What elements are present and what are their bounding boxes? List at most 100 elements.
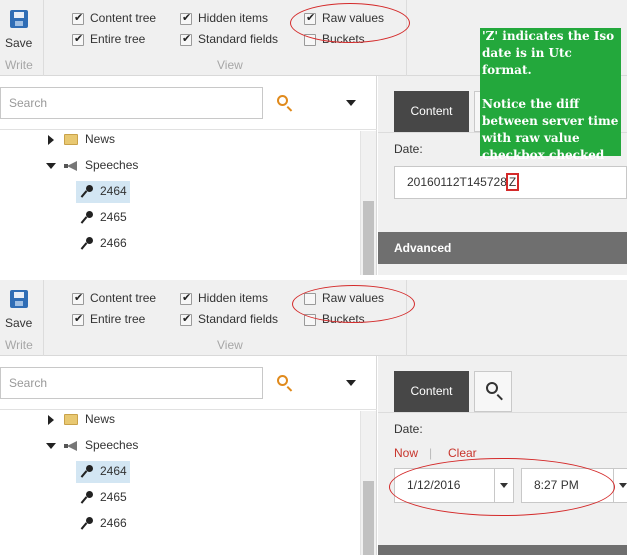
microphone-icon <box>80 491 94 505</box>
date-field-label: Date: <box>394 422 423 436</box>
expand-right-icon[interactable] <box>48 135 54 145</box>
checkbox-checked-icon[interactable] <box>180 32 192 46</box>
tree-item-speeches[interactable]: Speeches <box>46 155 166 177</box>
checkbox-checked-icon[interactable] <box>72 291 84 305</box>
collapse-down-icon[interactable] <box>46 443 56 449</box>
time-picker-input[interactable]: 8:27 PM <box>521 468 617 503</box>
chevron-down-icon <box>346 100 356 106</box>
hidden-items-label: Hidden items <box>198 11 269 25</box>
checkbox-checked-icon[interactable] <box>180 312 192 326</box>
item-editor-pane: Content Date: Now | Clear 1/12/2016 8:27… <box>378 356 627 555</box>
save-button[interactable]: Save <box>5 36 32 50</box>
save-icon[interactable] <box>10 290 28 308</box>
folder-news-icon <box>64 414 78 425</box>
time-picker-toggle[interactable] <box>613 468 627 503</box>
search-icon <box>277 375 288 386</box>
date-picker-input[interactable]: 1/12/2016 <box>394 468 494 503</box>
microphone-icon <box>80 185 94 199</box>
raw-date-value: 20160112T145728 <box>407 175 507 189</box>
tree-item-2464[interactable]: 2464 <box>76 181 156 203</box>
search-bar: Search <box>0 356 377 410</box>
top-editor-screenshot: Save Write Content tree Entire tree Hidd… <box>0 0 627 275</box>
advanced-section-header[interactable]: Advanced <box>378 232 627 264</box>
tree-item-2466[interactable]: 2466 <box>76 513 156 535</box>
collapse-down-icon[interactable] <box>46 163 56 169</box>
search-input[interactable]: Search <box>0 367 263 399</box>
tree-item-label: 2464 <box>100 464 127 478</box>
tab-content[interactable]: Content <box>394 371 469 412</box>
view-group: Content tree Entire tree Hidden items St… <box>52 280 407 356</box>
buckets-label: Buckets <box>322 32 365 46</box>
tree-item-news[interactable]: News <box>46 131 166 151</box>
tree-item-label: 2464 <box>100 184 127 198</box>
tree-item-label: Speeches <box>85 158 139 172</box>
checkbox-checked-icon[interactable] <box>72 312 84 326</box>
view-group: Content tree Entire tree Hidden items St… <box>52 0 407 76</box>
clear-link[interactable]: Clear <box>448 446 477 460</box>
write-group-caption: Write <box>5 338 33 352</box>
save-icon[interactable] <box>10 10 28 28</box>
tab-divider <box>378 412 627 413</box>
buckets-label: Buckets <box>322 312 365 326</box>
tree-item-label: 2465 <box>100 490 127 504</box>
date-raw-value-input[interactable]: 20160112T145728 Z <box>394 166 627 199</box>
hidden-items-label: Hidden items <box>198 291 269 305</box>
microphone-icon <box>80 237 94 251</box>
tree-scrollbar[interactable] <box>360 411 376 555</box>
chevron-down-icon <box>619 483 627 488</box>
search-options-dropdown[interactable] <box>340 94 360 112</box>
content-tree: News Speeches 2464 2465 2466 <box>0 411 360 555</box>
checkbox-checked-icon[interactable] <box>180 291 192 305</box>
link-separator: | <box>429 446 433 460</box>
chevron-down-icon <box>346 380 356 386</box>
tree-item-label: Speeches <box>85 438 139 452</box>
entire-tree-label: Entire tree <box>90 32 146 46</box>
search-icon <box>486 382 498 394</box>
checkbox-checked-icon[interactable] <box>180 11 192 25</box>
write-group: Save Write <box>0 280 44 356</box>
search-options-dropdown[interactable] <box>340 374 360 392</box>
microphone-icon <box>80 517 94 531</box>
checkbox-unchecked-icon[interactable] <box>304 34 316 46</box>
megaphone-icon <box>64 440 78 452</box>
search-button[interactable] <box>270 90 298 116</box>
checkbox-unchecked-icon[interactable] <box>304 293 316 305</box>
view-group-caption: View <box>217 58 243 72</box>
search-bar: Search <box>0 76 377 130</box>
ribbon: Save Write Content tree Entire tree Hidd… <box>0 280 627 356</box>
scrollbar-thumb[interactable] <box>363 201 374 275</box>
checkbox-checked-icon[interactable] <box>72 32 84 46</box>
tree-item-label: News <box>85 412 116 426</box>
content-tree-pane: Search News Speeches 2464 2465 2466 <box>0 356 377 555</box>
now-link[interactable]: Now <box>394 446 418 460</box>
date-field-label: Date: <box>394 142 423 156</box>
tree-item-speeches[interactable]: Speeches <box>46 435 166 457</box>
search-input[interactable]: Search <box>0 87 263 119</box>
checkbox-unchecked-icon[interactable] <box>304 314 316 326</box>
save-button[interactable]: Save <box>5 316 32 330</box>
standard-fields-label: Standard fields <box>198 32 279 46</box>
annotation-line-2: Notice the diff between server time with… <box>482 97 619 162</box>
bottom-editor-screenshot: Save Write Content tree Entire tree Hidd… <box>0 280 627 555</box>
checkbox-checked-icon[interactable] <box>72 11 84 25</box>
checkbox-checked-icon[interactable] <box>304 11 316 25</box>
entire-tree-label: Entire tree <box>90 312 146 326</box>
tree-item-2465[interactable]: 2465 <box>76 487 156 509</box>
tree-item-news[interactable]: News <box>46 411 166 431</box>
tree-item-2465[interactable]: 2465 <box>76 207 156 229</box>
expand-right-icon[interactable] <box>48 415 54 425</box>
view-group-caption: View <box>217 338 243 352</box>
tab-search[interactable] <box>474 371 512 412</box>
tab-content[interactable]: Content <box>394 91 469 132</box>
tree-item-label: 2466 <box>100 516 127 530</box>
tree-item-2466[interactable]: 2466 <box>76 233 156 255</box>
tree-scrollbar[interactable] <box>360 131 376 275</box>
content-tree-label: Content tree <box>90 291 157 305</box>
content-tree-label: Content tree <box>90 11 157 25</box>
search-button[interactable] <box>270 370 298 396</box>
date-picker-toggle[interactable] <box>494 468 514 503</box>
microphone-icon <box>80 211 94 225</box>
tree-item-2464[interactable]: 2464 <box>76 461 156 483</box>
scrollbar-thumb[interactable] <box>363 481 374 555</box>
raw-values-label: Raw values <box>322 11 385 25</box>
